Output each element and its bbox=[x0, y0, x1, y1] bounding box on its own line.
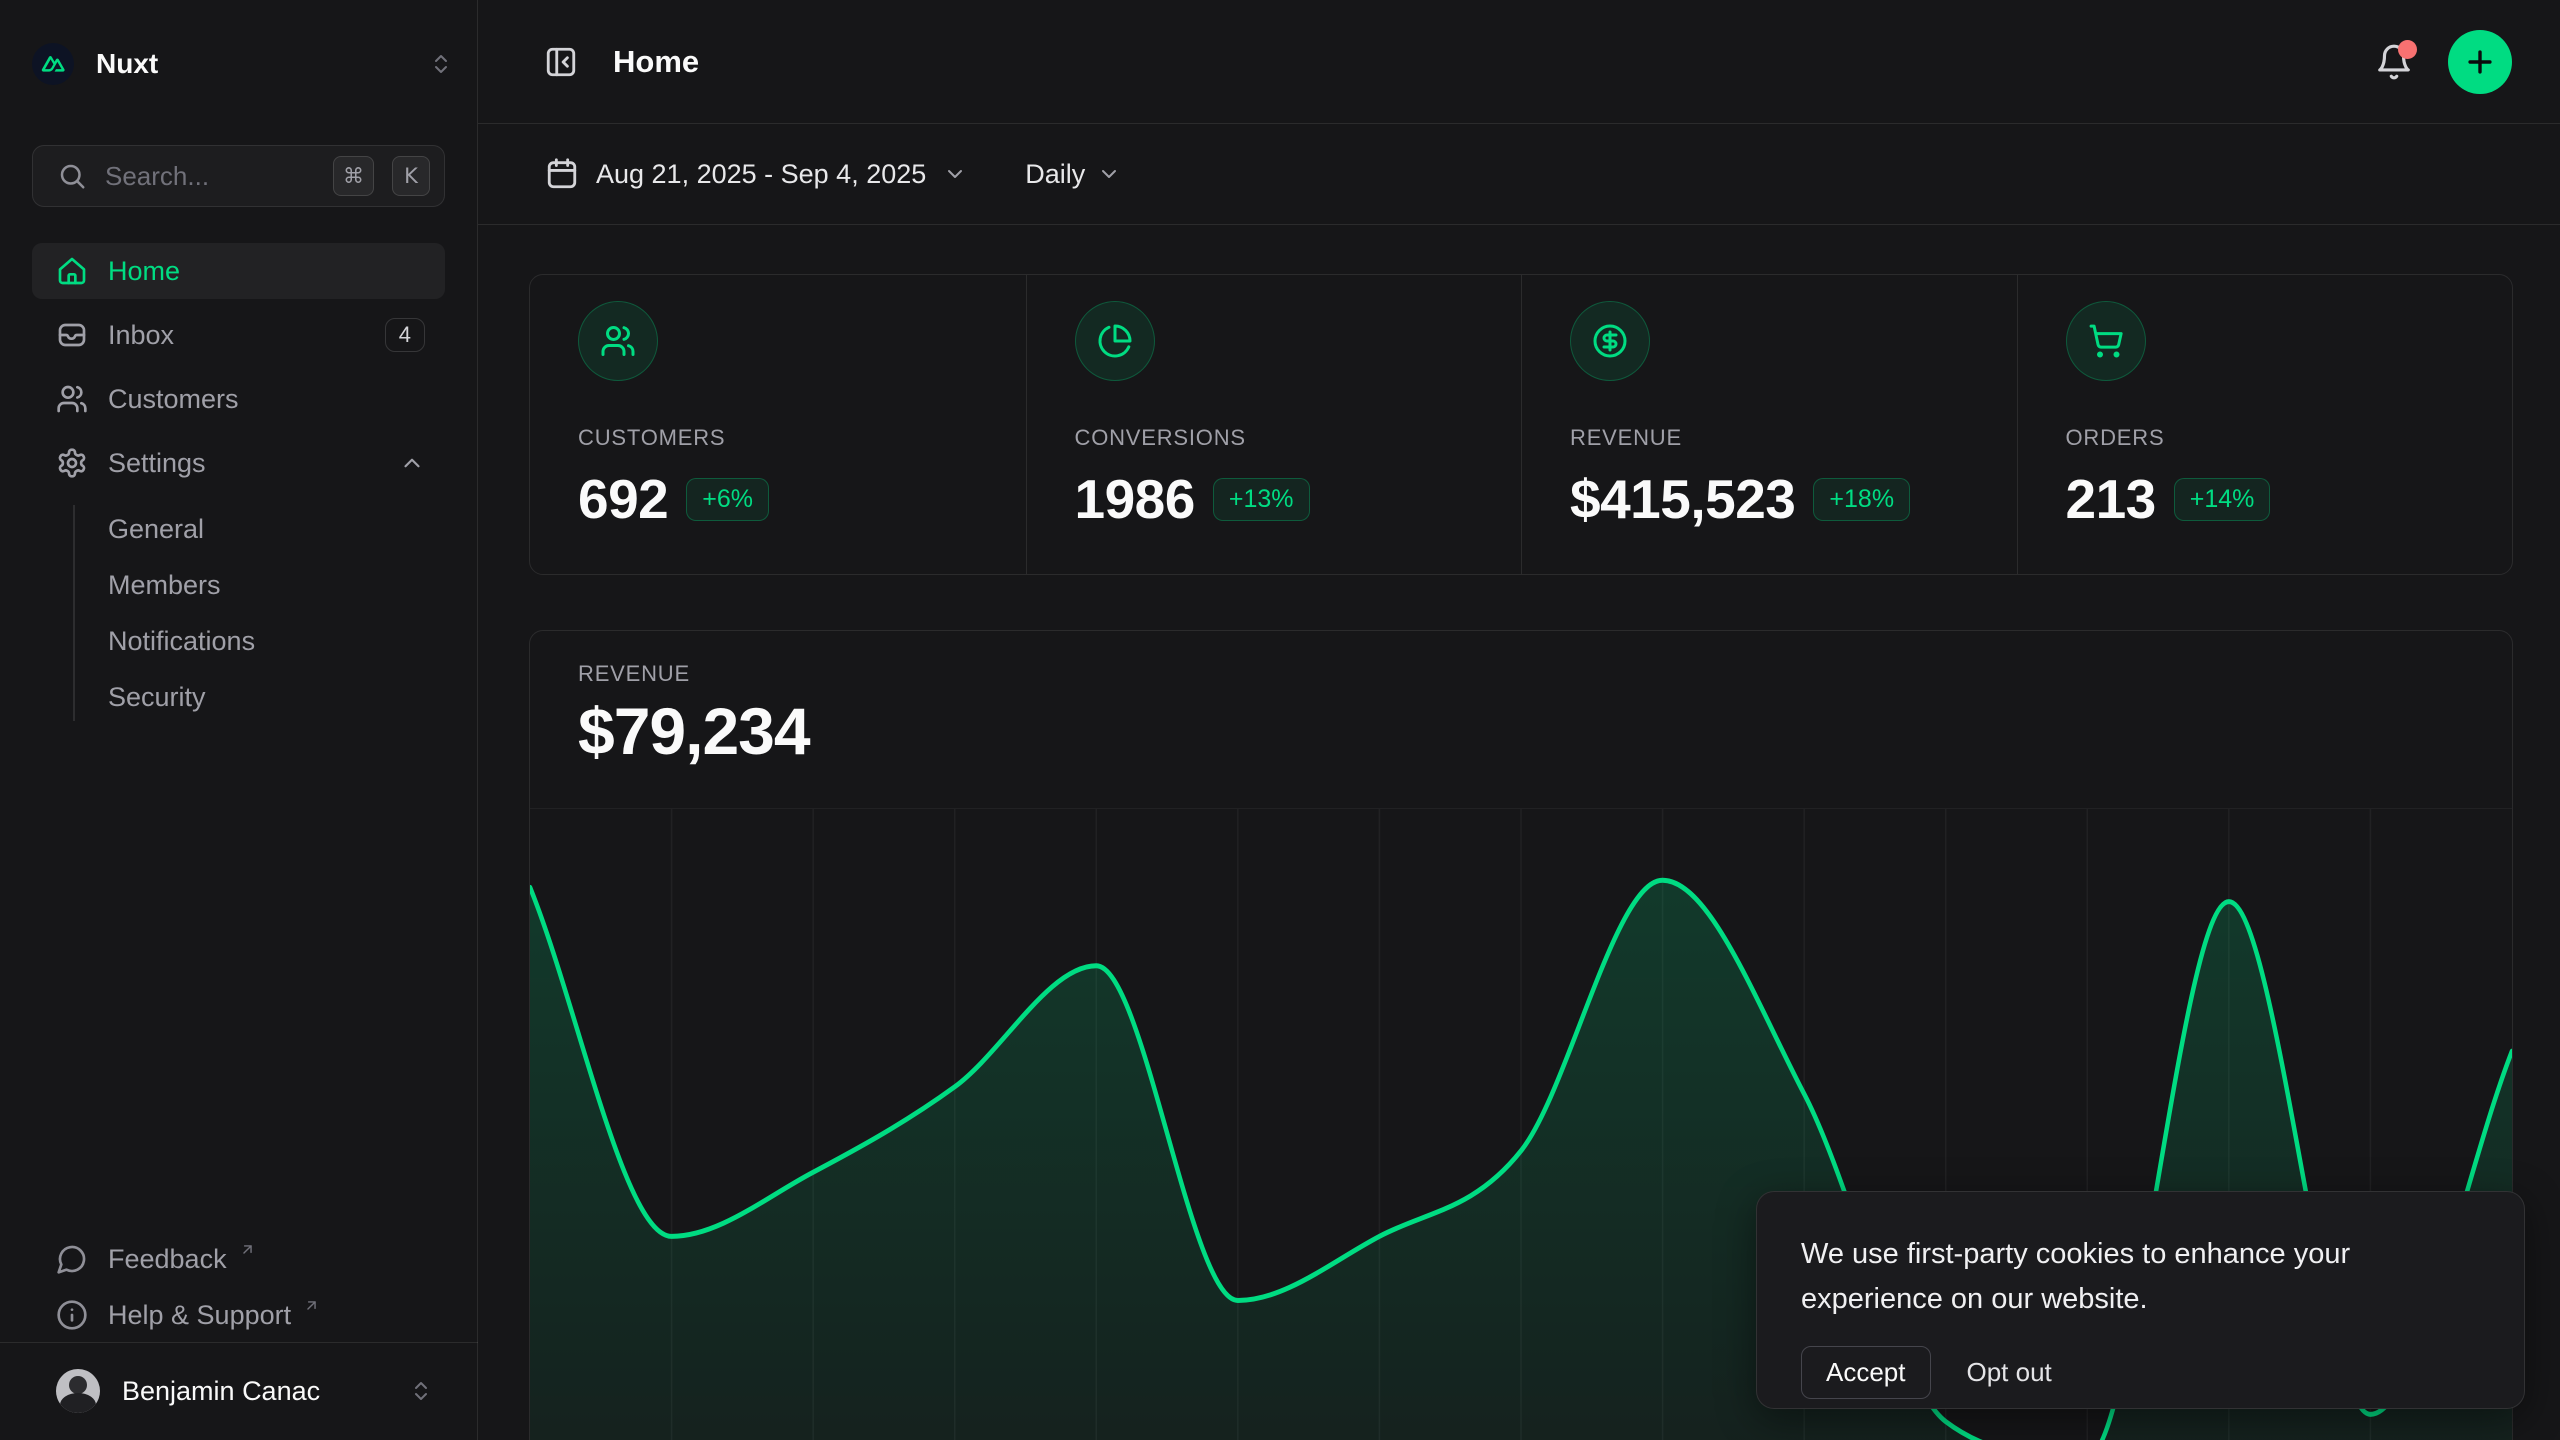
gear-icon bbox=[56, 447, 88, 479]
nuxt-logo-icon bbox=[32, 43, 74, 85]
stat-value: $415,523 bbox=[1570, 467, 1795, 531]
accept-button[interactable]: Accept bbox=[1801, 1346, 1931, 1399]
stat-card-revenue[interactable]: REVENUE $415,523 +18% bbox=[1521, 275, 2017, 574]
chevron-up-icon bbox=[399, 450, 425, 476]
sidebar-divider bbox=[0, 1342, 478, 1344]
stat-value: 213 bbox=[2066, 467, 2156, 531]
user-name: Benjamin Canac bbox=[122, 1376, 387, 1407]
chevrons-up-down-icon bbox=[409, 1379, 433, 1403]
stat-value: 1986 bbox=[1075, 467, 1195, 531]
stat-label: ORDERS bbox=[2066, 425, 2473, 451]
shopping-cart-icon bbox=[2066, 301, 2146, 381]
kbd-cmd: ⌘ bbox=[333, 156, 374, 196]
filters-toolbar: Aug 21, 2025 - Sep 4, 2025 Daily bbox=[478, 124, 2560, 225]
stat-label: CUSTOMERS bbox=[578, 425, 986, 451]
granularity-value: Daily bbox=[1025, 159, 1085, 190]
calendar-icon bbox=[545, 157, 579, 191]
sidebar-item-notifications[interactable]: Notifications bbox=[32, 613, 445, 669]
revenue-panel-value: $79,234 bbox=[578, 693, 810, 769]
stat-delta-badge: +18% bbox=[1813, 478, 1910, 521]
feedback-link[interactable]: Feedback bbox=[32, 1231, 445, 1287]
sidebar-item-members[interactable]: Members bbox=[32, 557, 445, 613]
avatar bbox=[56, 1369, 100, 1413]
sidebar-item-customers[interactable]: Customers bbox=[32, 371, 445, 427]
date-range-picker[interactable]: Aug 21, 2025 - Sep 4, 2025 bbox=[545, 157, 967, 191]
sidebar-item-label: Customers bbox=[108, 384, 425, 415]
revenue-panel-label: REVENUE bbox=[578, 661, 690, 687]
sidebar-item-settings[interactable]: Settings bbox=[32, 435, 445, 491]
cookie-message: We use first-party cookies to enhance yo… bbox=[1801, 1232, 2421, 1322]
chevrons-up-down-icon bbox=[429, 52, 453, 76]
sidebar: Nuxt Search... ⌘ K Home Inbox 4 bbox=[0, 0, 478, 1440]
granularity-select[interactable]: Daily bbox=[1025, 159, 1121, 190]
feedback-label: Feedback bbox=[108, 1244, 227, 1275]
add-button[interactable] bbox=[2448, 30, 2512, 94]
user-menu[interactable]: Benjamin Canac bbox=[32, 1357, 445, 1425]
notification-dot bbox=[2398, 40, 2417, 59]
sidebar-item-inbox[interactable]: Inbox 4 bbox=[32, 307, 445, 363]
date-range-value: Aug 21, 2025 - Sep 4, 2025 bbox=[596, 159, 926, 190]
stat-value: 692 bbox=[578, 467, 668, 531]
submenu-guide-line bbox=[73, 505, 75, 721]
sidebar-item-label: Home bbox=[108, 256, 425, 287]
stat-label: CONVERSIONS bbox=[1075, 425, 1482, 451]
stat-card-customers[interactable]: CUSTOMERS 692 +6% bbox=[530, 275, 1026, 574]
search-icon bbox=[57, 161, 87, 191]
sidebar-item-label: Settings bbox=[108, 448, 379, 479]
stats-row: CUSTOMERS 692 +6% CONVERSIONS 1986 +13% … bbox=[529, 274, 2513, 575]
page-header: Home bbox=[478, 0, 2560, 124]
stat-delta-badge: +13% bbox=[1213, 478, 1310, 521]
sidebar-item-label: Inbox bbox=[108, 320, 365, 351]
external-link-icon bbox=[239, 1241, 256, 1258]
help-support-link[interactable]: Help & Support bbox=[32, 1287, 445, 1343]
stat-card-conversions[interactable]: CONVERSIONS 1986 +13% bbox=[1026, 275, 1522, 574]
stat-label: REVENUE bbox=[1570, 425, 1977, 451]
message-circle-icon bbox=[56, 1243, 88, 1275]
sidebar-item-general[interactable]: General bbox=[32, 501, 445, 557]
home-icon bbox=[56, 255, 88, 287]
pie-chart-icon bbox=[1075, 301, 1155, 381]
stat-delta-badge: +14% bbox=[2174, 478, 2271, 521]
kbd-k: K bbox=[392, 156, 430, 196]
chevron-down-icon bbox=[1097, 162, 1121, 186]
stat-card-orders[interactable]: ORDERS 213 +14% bbox=[2017, 275, 2513, 574]
circle-dollar-icon bbox=[1570, 301, 1650, 381]
external-link-icon bbox=[303, 1297, 320, 1314]
chevron-down-icon bbox=[943, 162, 967, 186]
panel-collapse-button[interactable] bbox=[533, 34, 589, 90]
search-input[interactable]: Search... ⌘ K bbox=[32, 145, 445, 207]
workspace-selector[interactable]: Nuxt bbox=[32, 36, 453, 92]
notifications-bell-button[interactable] bbox=[2366, 34, 2422, 90]
cookie-banner: We use first-party cookies to enhance yo… bbox=[1756, 1191, 2525, 1409]
search-placeholder: Search... bbox=[105, 161, 315, 192]
sidebar-nav: Home Inbox 4 Customers Settings bbox=[32, 243, 445, 725]
inbox-icon bbox=[56, 319, 88, 351]
sidebar-item-home[interactable]: Home bbox=[32, 243, 445, 299]
sidebar-footer: Feedback Help & Support Benjamin Canac bbox=[32, 1231, 445, 1440]
stat-delta-badge: +6% bbox=[686, 478, 769, 521]
sidebar-item-security[interactable]: Security bbox=[32, 669, 445, 725]
opt-out-button[interactable]: Opt out bbox=[1967, 1347, 2052, 1398]
users-icon bbox=[56, 383, 88, 415]
help-support-label: Help & Support bbox=[108, 1300, 291, 1331]
inbox-count-badge: 4 bbox=[385, 318, 425, 352]
workspace-name: Nuxt bbox=[96, 48, 407, 80]
users-icon bbox=[578, 301, 658, 381]
info-circle-icon bbox=[56, 1299, 88, 1331]
settings-submenu: General Members Notifications Security bbox=[32, 501, 445, 725]
page-title: Home bbox=[613, 44, 2366, 80]
